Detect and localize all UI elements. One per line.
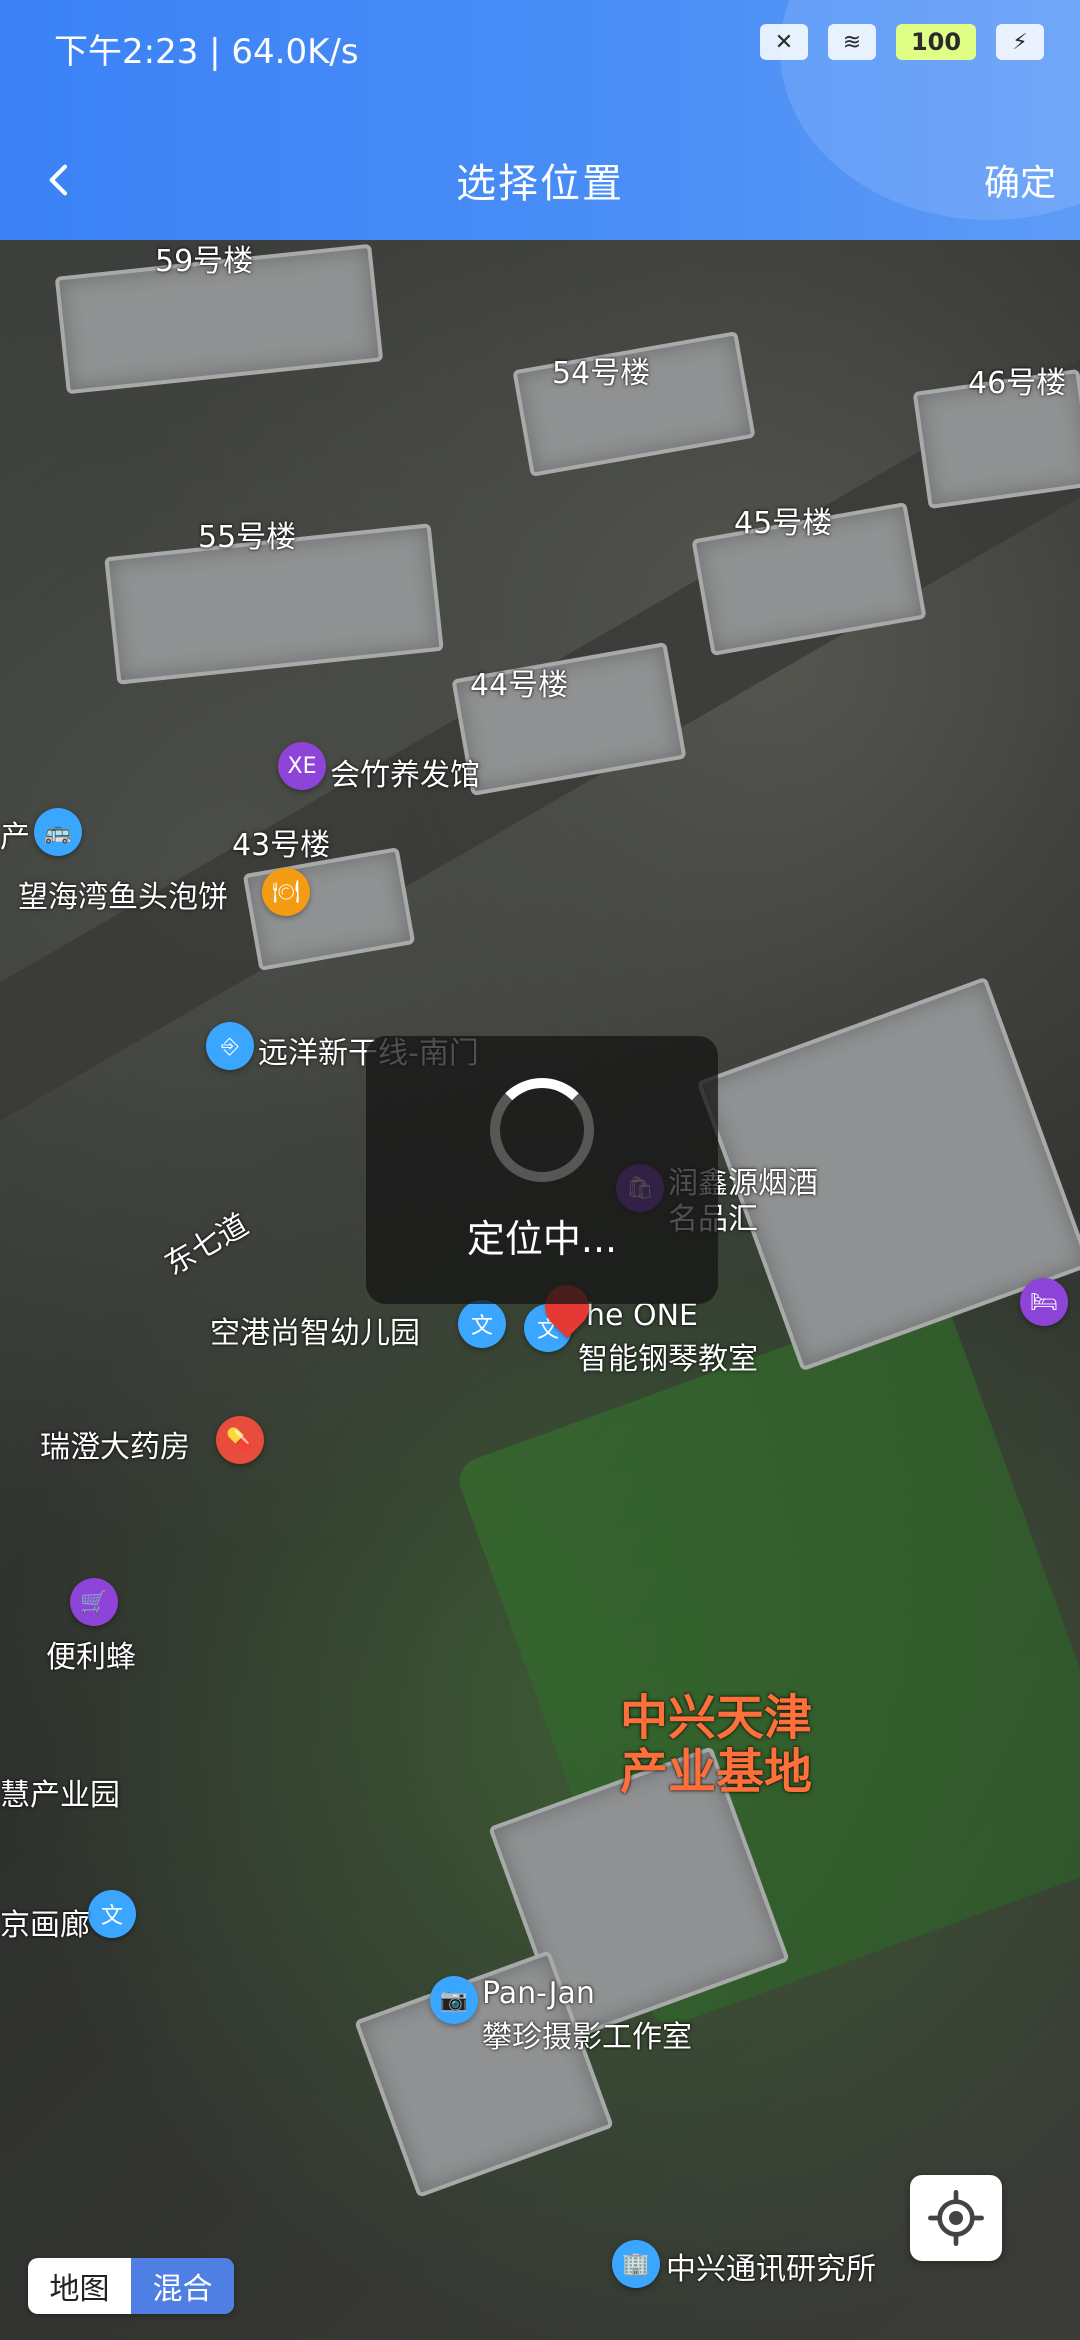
map-poi-label[interactable]: 产: [0, 812, 30, 856]
wifi-icon: ≋: [828, 24, 876, 60]
map-poi-label[interactable]: Pan-Jan: [482, 1976, 595, 2011]
loading-toast: 定位中...: [366, 1036, 718, 1304]
map-label: 43号楼: [232, 828, 331, 863]
locate-icon: [928, 2190, 984, 2246]
gallery-icon[interactable]: 文: [88, 1890, 136, 1938]
map-poi-label[interactable]: 会竹养发馆: [330, 750, 480, 794]
map-poi-label[interactable]: 瑞澄大药房: [40, 1422, 190, 1466]
map-poi-label[interactable]: 中兴通讯研究所: [666, 2244, 876, 2288]
page-title: 选择位置: [456, 161, 624, 207]
map-landmark-label[interactable]: 产业基地: [620, 1732, 812, 1802]
status-time-speed: 下午2:23 | 64.0K/s: [54, 32, 359, 72]
map-label: 54号楼: [552, 356, 651, 391]
map-poi-label[interactable]: 京画廊: [0, 1900, 90, 1944]
map-poi-label[interactable]: 望海湾鱼头泡饼: [18, 872, 228, 916]
pharmacy-icon[interactable]: 💊: [216, 1416, 264, 1464]
charging-icon: ⚡: [996, 24, 1044, 60]
map-road-label: 东七道: [159, 1207, 255, 1283]
map-poi-label[interactable]: 空港尚智幼儿园: [210, 1308, 420, 1352]
no-sim-icon: ✕: [760, 24, 808, 60]
map-mode-toggle[interactable]: 地图 混合: [28, 2258, 234, 2314]
map-label: 45号楼: [734, 506, 833, 541]
loading-text: 定位中...: [466, 1216, 618, 1261]
loading-spinner-icon: [490, 1077, 594, 1182]
bus-icon[interactable]: 🚌: [34, 808, 82, 856]
battery-indicator: 100: [896, 24, 976, 60]
map-poi-label[interactable]: 攀珍摄影工作室: [482, 2012, 692, 2056]
map-label: 59号楼: [155, 244, 254, 279]
status-icons: ✕ ≋ 100 ⚡: [760, 24, 1044, 60]
back-chevron-icon: [49, 164, 68, 196]
back-button[interactable]: [0, 120, 120, 240]
hotel-icon[interactable]: 🛏: [1020, 1278, 1068, 1326]
header: 下午2:23 | 64.0K/s ✕ ≋ 100 ⚡ 选择位置 确定: [0, 0, 1080, 240]
map-label: 55号楼: [198, 520, 297, 555]
store-icon[interactable]: 🛒: [70, 1578, 118, 1626]
map-label: 44号楼: [470, 668, 569, 703]
map-poi-label[interactable]: 智能钢琴教室: [578, 1334, 758, 1378]
hair-salon-icon[interactable]: XE: [278, 742, 326, 790]
locate-button[interactable]: [910, 2175, 1002, 2261]
confirm-button[interactable]: 确定: [960, 120, 1080, 240]
mixed-mode-button[interactable]: 混合: [131, 2258, 234, 2314]
status-bar: 下午2:23 | 64.0K/s ✕ ≋ 100 ⚡: [0, 0, 1080, 96]
education-icon[interactable]: 文: [458, 1300, 506, 1348]
map-poi-label[interactable]: 便利蜂: [46, 1632, 136, 1676]
map-poi-label[interactable]: 慧产业园: [0, 1770, 120, 1814]
map-mode-button[interactable]: 地图: [28, 2258, 131, 2314]
toolbar: 选择位置 确定: [0, 120, 1080, 240]
camera-icon[interactable]: 📷: [430, 1976, 478, 2024]
entrance-icon[interactable]: ⎆: [206, 1022, 254, 1070]
map-label: 46号楼: [968, 366, 1067, 401]
office-icon[interactable]: 🏢: [612, 2240, 660, 2288]
restaurant-icon[interactable]: 🍽: [262, 868, 310, 916]
